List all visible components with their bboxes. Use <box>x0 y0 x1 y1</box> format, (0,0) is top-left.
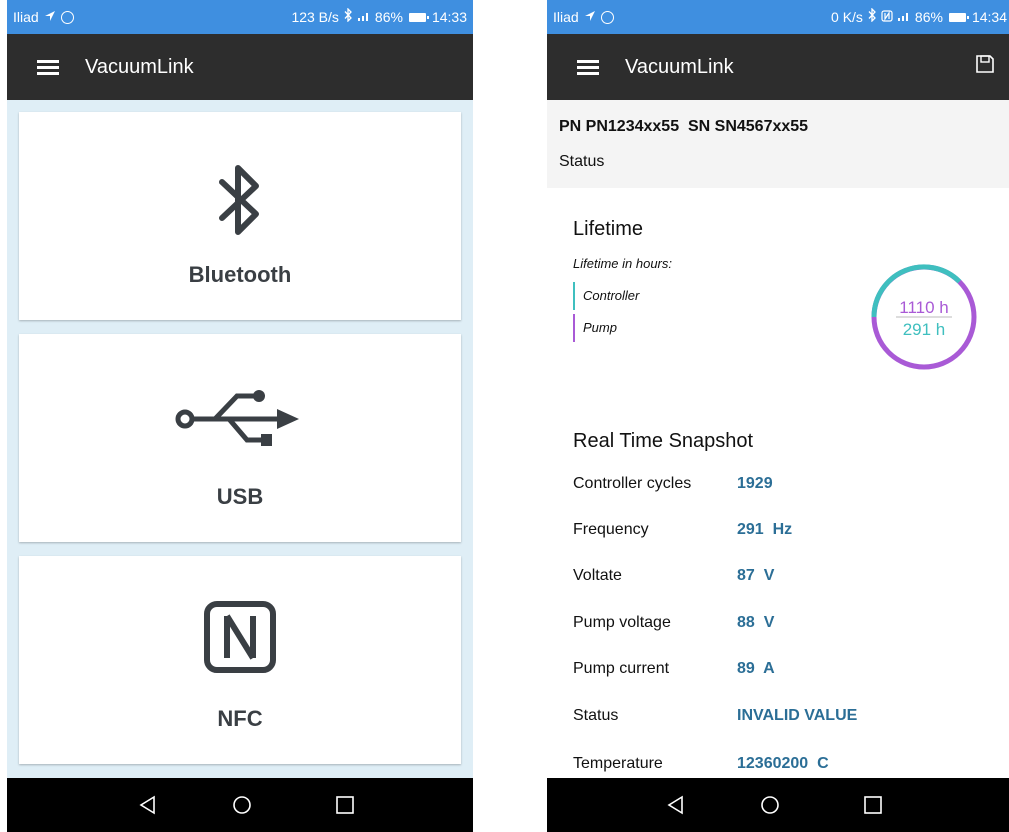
snapshot-title: Real Time Snapshot <box>573 430 754 452</box>
snapshot-label: Frequency <box>573 521 649 538</box>
system-nav-bar <box>547 778 1009 832</box>
lifetime-title: Lifetime <box>573 218 644 240</box>
back-triangle-icon <box>139 795 155 815</box>
status-bar: Iliad 123 B/s 86% 14:33 <box>7 0 473 34</box>
sync-circle-icon <box>600 10 614 24</box>
recents-button[interactable] <box>315 778 375 832</box>
save-icon[interactable] <box>975 54 995 74</box>
location-arrow-icon <box>584 0 596 34</box>
snapshot-value: 291 Hz <box>737 521 793 538</box>
app-bar: VacuumLink <box>7 34 473 100</box>
lifetime-gauge: 1110 h 291 h <box>869 262 979 372</box>
home-button[interactable] <box>212 778 272 832</box>
location-arrow-icon <box>44 0 56 34</box>
menu-icon[interactable] <box>37 56 59 78</box>
home-circle-icon <box>761 796 779 814</box>
connection-screen: Iliad 123 B/s 86% 14:33 VacuumLink Bluet… <box>7 0 473 832</box>
recents-button[interactable] <box>843 778 903 832</box>
bluetooth-status-icon <box>867 0 877 34</box>
nfc-status-icon <box>881 0 893 34</box>
legend-controller: Controller <box>573 282 639 310</box>
signal-icon <box>357 0 371 34</box>
nfc-card[interactable]: NFC <box>19 556 461 764</box>
pump-hours: 1110 h <box>899 298 948 317</box>
bluetooth-status-icon <box>343 0 353 34</box>
clock: 14:33 <box>431 9 467 25</box>
snapshot-value: 87 V <box>737 567 775 584</box>
device-detail-screen: Iliad 0 K/s 86% 14:34 VacuumLink PN PN12… <box>547 0 1009 832</box>
snapshot-label: Status <box>573 707 619 724</box>
network-speed: 0 K/s <box>831 9 863 25</box>
app-bar: VacuumLink <box>547 34 1009 100</box>
snapshot-label: Pump current <box>573 660 670 677</box>
snapshot-label: Controller cycles <box>573 475 692 492</box>
menu-icon[interactable] <box>577 56 599 78</box>
nfc-icon <box>204 601 276 673</box>
lifetime-subtitle: Lifetime in hours: <box>573 256 672 271</box>
battery-icon <box>408 12 429 22</box>
snapshot-value: INVALID VALUE <box>737 707 858 724</box>
usb-card[interactable]: USB <box>19 334 461 542</box>
signal-icon <box>897 0 911 34</box>
carrier-label: Iliad <box>553 9 579 25</box>
app-title: VacuumLink <box>85 56 194 78</box>
carrier-label: Iliad <box>13 9 39 25</box>
system-nav-bar <box>7 778 473 832</box>
controller-hours: 291 h <box>903 320 946 339</box>
device-header: PN PN1234xx55 SN SN4567xx55 Status <box>547 100 1009 188</box>
snapshot-value: 89 A <box>737 660 775 677</box>
bluetooth-icon <box>219 165 259 235</box>
back-triangle-icon <box>667 795 683 815</box>
status-link[interactable]: Status <box>559 153 604 171</box>
recents-square-icon <box>336 796 354 814</box>
usb-icon <box>175 390 299 446</box>
part-serial-number: PN PN1234xx55 SN SN4567xx55 <box>559 118 809 135</box>
network-speed: 123 B/s <box>291 9 339 25</box>
home-circle-icon <box>233 796 251 814</box>
sync-circle-icon <box>60 10 74 24</box>
battery-percent: 86% <box>914 9 943 25</box>
bluetooth-label: Bluetooth <box>188 262 292 287</box>
snapshot-label: Voltate <box>573 567 622 584</box>
snapshot-value: 88 V <box>737 614 775 631</box>
snapshot-value: 1929 <box>737 475 773 492</box>
nfc-label: NFC <box>217 706 263 731</box>
battery-icon <box>948 12 969 22</box>
snapshot-value: 12360200 C <box>737 755 829 772</box>
clock: 14:34 <box>971 9 1007 25</box>
back-button[interactable] <box>646 778 706 832</box>
battery-percent: 86% <box>374 9 403 25</box>
app-title: VacuumLink <box>625 56 734 78</box>
snapshot-label: Pump voltage <box>573 614 671 631</box>
back-button[interactable] <box>118 778 178 832</box>
bluetooth-card[interactable]: Bluetooth <box>19 112 461 320</box>
legend-pump: Pump <box>573 314 617 342</box>
status-bar: Iliad 0 K/s 86% 14:34 <box>547 0 1009 34</box>
connection-list: Bluetooth USB NFC <box>7 100 473 778</box>
snapshot-label: Temperature <box>573 755 663 772</box>
usb-label: USB <box>216 484 264 509</box>
recents-square-icon <box>864 796 882 814</box>
home-button[interactable] <box>740 778 800 832</box>
